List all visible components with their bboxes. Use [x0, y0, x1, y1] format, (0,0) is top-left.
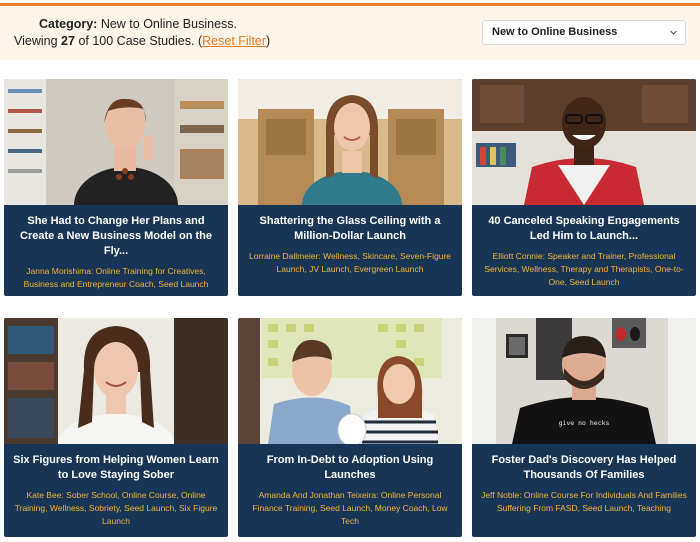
chevron-down-icon	[670, 30, 677, 35]
viewing-count: 27	[61, 34, 75, 48]
case-study-card-body: 40 Canceled Speaking Engagements Led Him…	[472, 205, 696, 296]
case-study-card[interactable]: 40 Canceled Speaking Engagements Led Him…	[472, 79, 696, 296]
category-value: New to Online Business.	[100, 17, 238, 31]
case-study-thumbnail: give no hecks	[472, 318, 696, 444]
case-study-card[interactable]: Shattering the Glass Ceiling with a Mill…	[238, 79, 462, 296]
case-study-thumbnail	[238, 318, 462, 444]
category-select-value: New to Online Business	[492, 26, 618, 38]
case-study-title: She Had to Change Her Plans and Create a…	[20, 215, 212, 257]
category-select[interactable]: New to Online Business	[482, 20, 686, 45]
category-line: Category: New to Online Business.	[14, 16, 270, 33]
shirt-text: give no hecks	[559, 419, 610, 427]
reset-filter-link[interactable]: Reset Filter	[202, 34, 266, 48]
case-study-title: Foster Dad's Discovery Has Helped Thousa…	[491, 454, 677, 481]
case-study-card-body: Shattering the Glass Ceiling with a Mill…	[238, 205, 462, 296]
case-study-title: Six Figures from Helping Women Learn to …	[13, 454, 219, 481]
filter-summary: Category: New to Online Business. Viewin…	[14, 16, 270, 50]
case-study-card-body: Foster Dad's Discovery Has Helped Thousa…	[472, 444, 696, 537]
viewing-line: Viewing 27 of 100 Case Studies. (Reset F…	[14, 33, 270, 50]
case-study-title: 40 Canceled Speaking Engagements Led Him…	[488, 215, 680, 242]
case-study-card-body: She Had to Change Her Plans and Create a…	[4, 205, 228, 296]
case-study-thumbnail	[4, 318, 228, 444]
case-study-tags: Jeff Noble: Online Course For Individual…	[481, 490, 687, 513]
case-study-card[interactable]: She Had to Change Her Plans and Create a…	[4, 79, 228, 296]
reset-close-paren: )	[266, 34, 271, 48]
viewing-prefix: Viewing	[14, 34, 58, 48]
case-study-tags: Janna Morishima: Online Training for Cre…	[23, 266, 209, 289]
case-study-tags: Lorraine Dallmeier: Wellness, Skincare, …	[248, 251, 452, 274]
case-study-card[interactable]: From In-Debt to Adoption Using Launches …	[238, 318, 462, 537]
category-label: Category:	[39, 17, 98, 31]
case-study-thumbnail	[4, 79, 228, 205]
case-study-title: From In-Debt to Adoption Using Launches	[266, 454, 434, 481]
case-study-tags: Kate Bee: Sober School, Online Course, O…	[14, 490, 218, 526]
case-study-thumbnail	[472, 79, 696, 205]
case-study-title: Shattering the Glass Ceiling with a Mill…	[259, 215, 441, 242]
case-study-card-body: From In-Debt to Adoption Using Launches …	[238, 444, 462, 537]
viewing-suffix: of 100 Case Studies.	[78, 34, 195, 48]
filter-panel: Category: New to Online Business. Viewin…	[0, 6, 700, 60]
case-study-tags: Elliott Connie: Speaker and Trainer, Pro…	[484, 251, 684, 287]
case-study-thumbnail	[238, 79, 462, 205]
case-study-card[interactable]: Six Figures from Helping Women Learn to …	[4, 318, 228, 537]
case-study-card[interactable]: give no hecks Foster Dad's Discovery Has…	[472, 318, 696, 537]
case-study-tags: Amanda And Jonathan Teixeira: Online Per…	[252, 490, 448, 526]
case-study-card-body: Six Figures from Helping Women Learn to …	[4, 444, 228, 537]
